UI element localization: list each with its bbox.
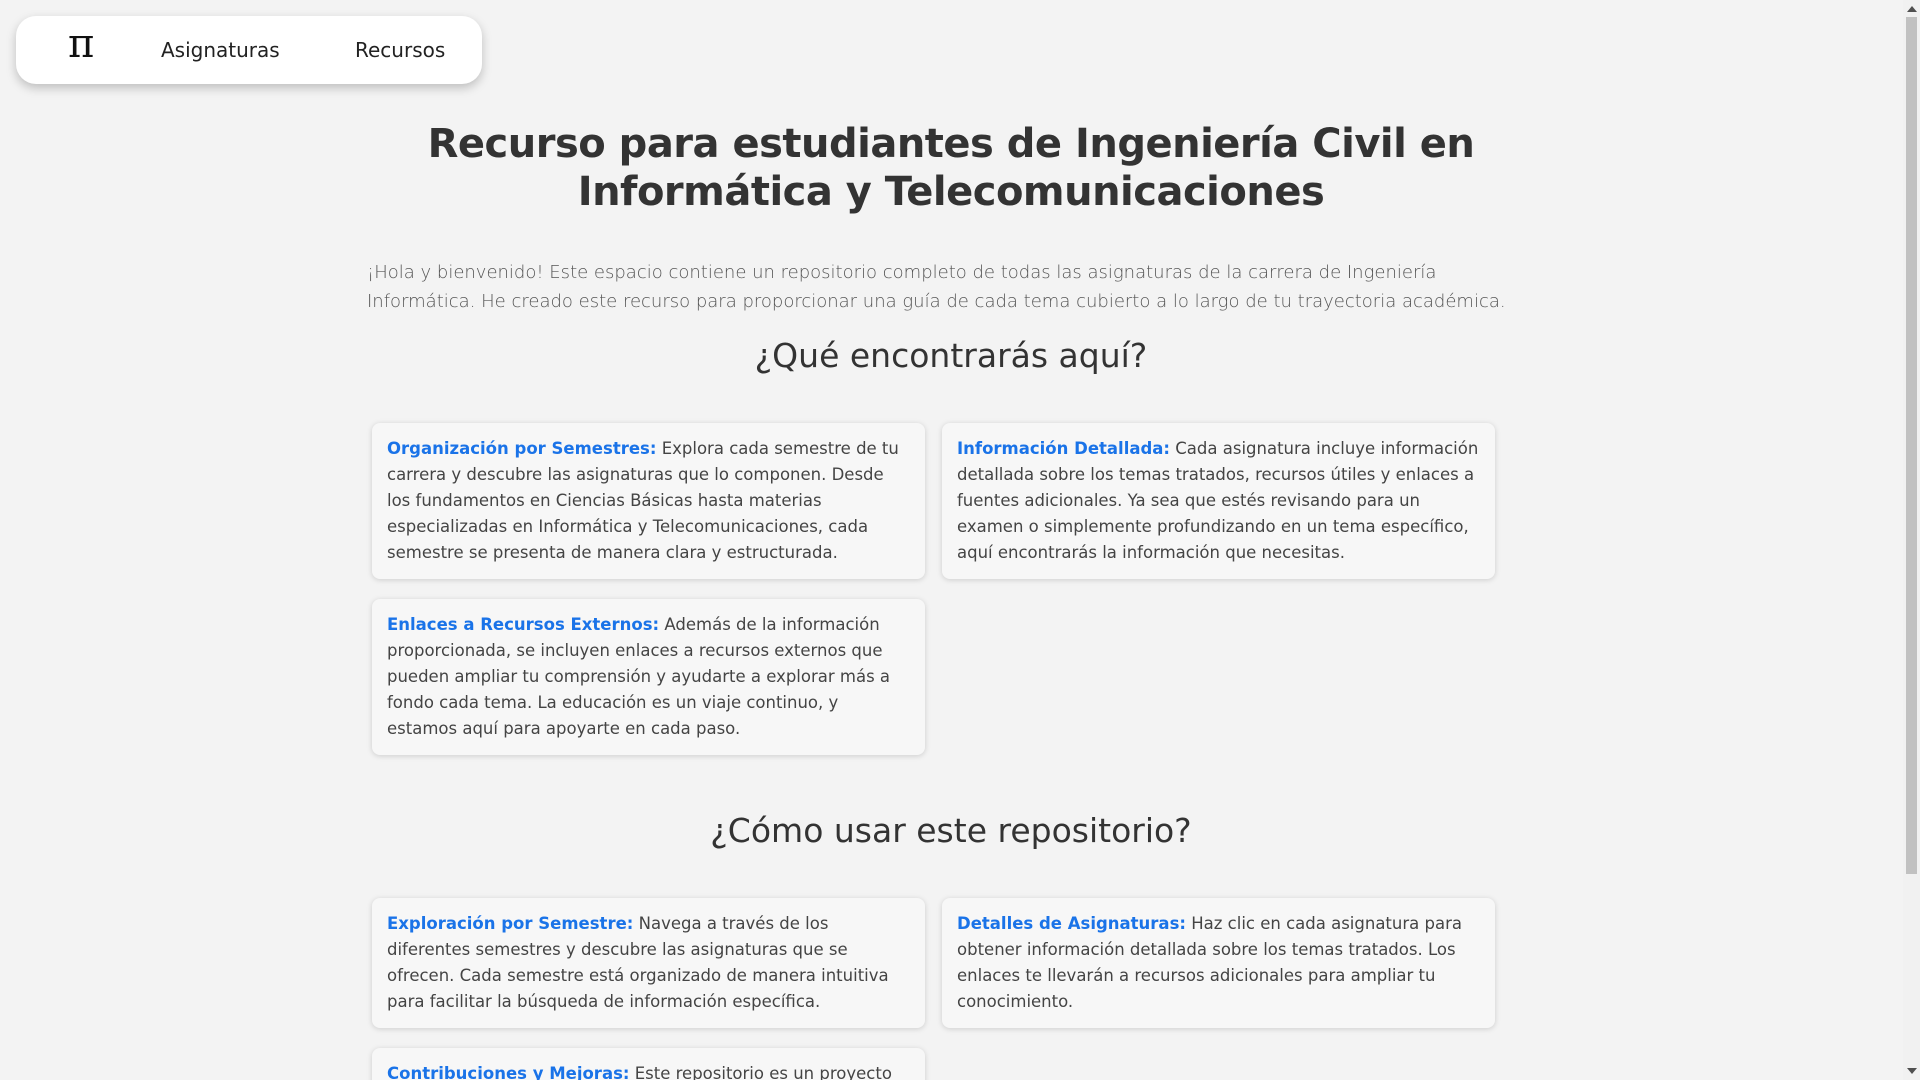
intro-paragraph: ¡Hola y bienvenido! Este espacio contien…	[367, 262, 1506, 312]
nav-link-recursos[interactable]: Recursos	[355, 38, 445, 62]
top-nav: π Asignaturas Recursos	[16, 16, 482, 84]
card-title: Detalles de Asignaturas:	[957, 914, 1186, 933]
card-title: Información Detallada:	[957, 439, 1171, 458]
scroll-down-arrow-icon[interactable]	[1907, 1068, 1917, 1074]
card-title: Organización por Semestres:	[387, 439, 657, 458]
feature-card-semestres: Organización por Semestres: Explora cada…	[372, 423, 925, 579]
scrollbar-thumb[interactable]	[1906, 17, 1917, 874]
card-title: Enlaces a Recursos Externos:	[387, 615, 660, 634]
usage-card-contribuciones: Contribuciones y Mejoras: Este repositor…	[372, 1048, 925, 1080]
card-text: Este repositorio es un proyecto	[629, 1064, 892, 1080]
feature-card-enlaces: Enlaces a Recursos Externos: Además de l…	[372, 599, 925, 755]
card-title: Exploración por Semestre:	[387, 914, 634, 933]
vertical-scrollbar[interactable]	[1903, 0, 1920, 1080]
section-heading-how: ¿Cómo usar este repositorio?	[710, 811, 1192, 850]
feature-card-informacion: Información Detallada: Cada asignatura i…	[942, 423, 1495, 579]
page: π Asignaturas Recursos Recurso para estu…	[0, 0, 1920, 1080]
section-heading-what: ¿Qué encontrarás aquí?	[754, 336, 1148, 375]
nav-link-asignaturas[interactable]: Asignaturas	[161, 38, 280, 62]
scroll-up-arrow-icon[interactable]	[1907, 6, 1917, 12]
features-grid: Organización por Semestres: Explora cada…	[372, 423, 1535, 755]
usage-grid: Exploración por Semestre: Navega a travé…	[372, 898, 1535, 1080]
page-title: Recurso para estudiantes de Ingeniería C…	[427, 121, 1475, 215]
card-title: Contribuciones y Mejoras:	[387, 1064, 630, 1080]
pi-logo-icon[interactable]: π	[68, 24, 94, 64]
usage-card-exploracion: Exploración por Semestre: Navega a travé…	[372, 898, 925, 1028]
main-content: Recurso para estudiantes de Ingeniería C…	[367, 120, 1535, 1080]
usage-card-detalles: Detalles de Asignaturas: Haz clic en cad…	[942, 898, 1495, 1028]
